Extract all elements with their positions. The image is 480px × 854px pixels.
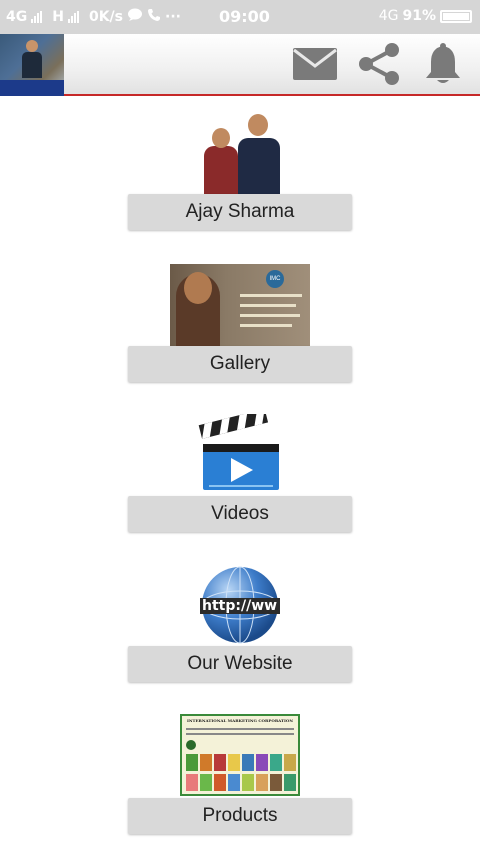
products-grid [186,754,296,792]
call-icon [147,8,161,26]
menu-item-videos: Videos [128,408,352,532]
menu-item-our-website: http://ww Our Website [128,564,352,682]
poster-line [186,728,294,730]
header-profile-image[interactable] [0,34,64,96]
ajay-sharma-button[interactable]: Ajay Sharma [128,194,352,230]
header-person-figure [22,40,42,80]
imc-logo: IMC [266,270,284,288]
menu-item-ajay-sharma: Ajay Sharma [128,112,352,230]
status-right: 4G 91% [379,8,472,24]
profile-photo[interactable] [200,112,284,196]
products-poster-title: INTERNATIONAL MARKETING CORPORATION PVT … [186,718,294,724]
gallery-photo[interactable]: IMC [170,264,310,346]
status-bar: 4G H 0K/s ··· 09:00 4G 91% [0,0,480,34]
gallery-text-line [240,324,292,327]
header-desk [0,80,64,96]
header-actions [290,42,468,86]
mail-icon[interactable] [290,42,340,86]
gallery-text-line [240,304,296,307]
gallery-text-line [240,294,302,297]
app-header [0,34,480,96]
video-clapper-icon[interactable] [193,408,287,496]
our-website-button[interactable]: Our Website [128,646,352,682]
gallery-face [184,272,212,304]
bell-icon[interactable] [418,42,468,86]
status-left: 4G H 0K/s ··· [6,8,181,26]
clock: 09:00 [219,7,270,26]
network-type-2: H [52,9,64,25]
poster-line [186,733,294,735]
products-button[interactable]: Products [128,798,352,834]
chat-icon [127,8,143,26]
videos-button[interactable]: Videos [128,496,352,532]
man-figure [238,138,280,196]
products-poster[interactable]: INTERNATIONAL MARKETING CORPORATION PVT … [180,714,300,796]
signal-icon [31,11,43,23]
website-http-text: http://ww [202,598,278,614]
network-type-3: 4G [378,8,399,24]
gallery-button[interactable]: Gallery [128,346,352,382]
gallery-text-line [240,314,300,317]
man-head [248,114,268,136]
data-speed: 0K/s [88,9,123,25]
network-type-1: 4G [6,9,28,25]
share-icon[interactable] [354,42,404,86]
woman-figure [204,146,238,196]
signal-icon-2 [67,11,79,23]
poster-badge [186,740,196,750]
globe-http-icon[interactable]: http://ww [198,564,282,646]
woman-head [212,128,230,148]
battery-percent: 91% [402,8,436,24]
battery-icon [440,9,472,23]
menu-item-gallery: IMC Gallery [128,264,352,382]
more-notifications-icon: ··· [165,9,181,25]
menu-item-products: INTERNATIONAL MARKETING CORPORATION PVT … [128,714,352,834]
